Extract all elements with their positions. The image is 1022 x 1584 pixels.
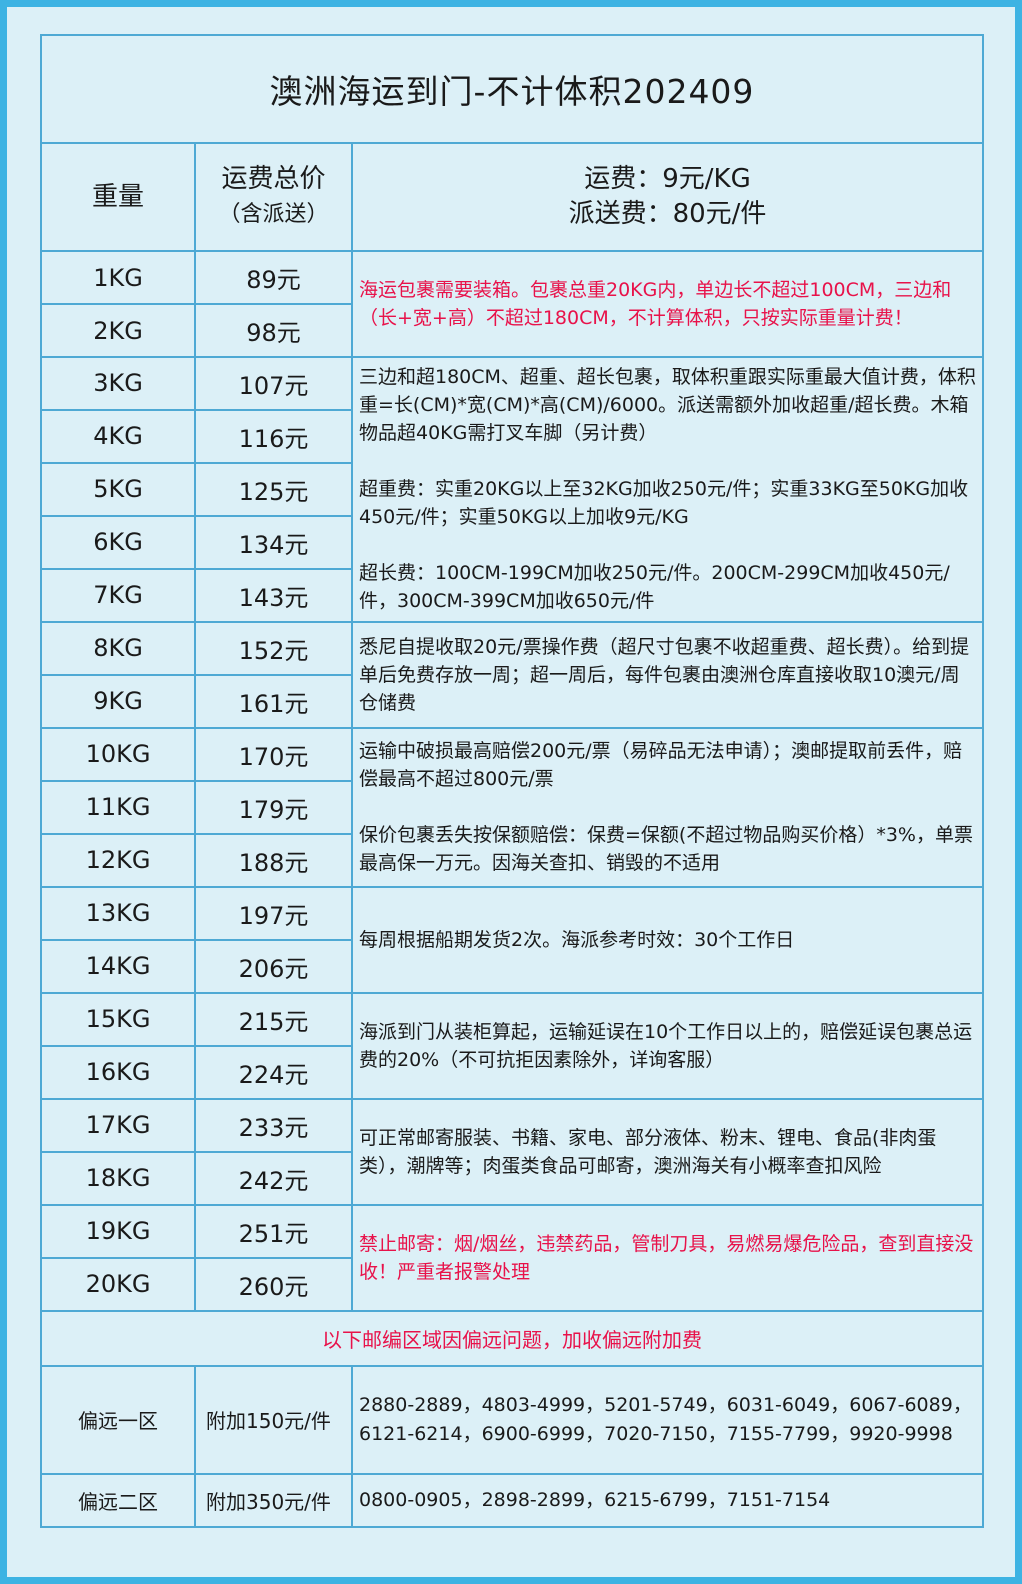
weight-cell: 14KG: [40, 938, 196, 994]
remote-surcharge-banner: 以下邮编区域因偏远问题，加收偏远附加费: [40, 1309, 984, 1367]
page-title: 澳洲海运到门-不计体积202409: [40, 33, 984, 145]
packing-note: 海运包裹需要装箱。包裹总重20KG内，单边长不超过100CM，三边和（长+宽+高…: [351, 250, 984, 358]
price-cell: 233元: [194, 1097, 353, 1153]
price-cell: 179元: [194, 779, 353, 835]
price-cell: 170元: [194, 726, 353, 782]
forbidden-items-note: 禁止邮寄：烟/烟丝，违禁药品，管制刀具，易燃易爆危险品，查到直接没收！严重者报警…: [351, 1203, 984, 1312]
rate-header: 运费：9元/KG 派送费：80元/件: [351, 142, 984, 253]
oversize-volume-text: 三边和超180CM、超重、超长包裹，取体积重跟实际重最大值计费，体积重=长(CM…: [359, 366, 976, 445]
weight-cell: 2KG: [40, 303, 196, 358]
price-cell: 98元: [194, 303, 353, 358]
price-cell: 134元: [194, 514, 353, 570]
weight-cell: 15KG: [40, 991, 196, 1047]
compensation-note: 运输中破损最高赔偿200元/票（易碎品无法申请）；澳邮提取前丢件，赔偿最高不超过…: [351, 726, 984, 888]
weight-cell: 1KG: [40, 250, 196, 306]
damage-compensation-text: 运输中破损最高赔偿200元/票（易碎品无法申请）；澳邮提取前丢件，赔偿最高不超过…: [359, 740, 963, 791]
delay-note: 海派到门从装柜算起，运输延误在10个工作日以上的，赔偿延误包裹总运费的20%（不…: [351, 991, 984, 1100]
weight-cell: 13KG: [40, 885, 196, 941]
weight-cell: 4KG: [40, 408, 196, 464]
weight-cell: 10KG: [40, 726, 196, 782]
price-cell: 125元: [194, 461, 353, 517]
weight-header: 重量: [40, 142, 196, 253]
oversize-note: 三边和超180CM、超重、超长包裹，取体积重跟实际重最大值计费，体积重=长(CM…: [351, 356, 984, 623]
price-cell: 242元: [194, 1150, 353, 1206]
price-cell: 251元: [194, 1203, 353, 1259]
weight-cell: 5KG: [40, 461, 196, 517]
price-cell: 116元: [194, 408, 353, 464]
price-cell: 143元: [194, 567, 353, 623]
weight-cell: 12KG: [40, 832, 196, 888]
price-header-main: 运费总价: [221, 164, 326, 195]
price-cell: 224元: [194, 1044, 353, 1100]
price-cell: 215元: [194, 991, 353, 1047]
weight-cell: 16KG: [40, 1044, 196, 1100]
remote-zone-2-postcodes: 0800-0905，2898-2899，6215-6799，7151-7154: [351, 1472, 984, 1529]
weight-cell: 6KG: [40, 514, 196, 570]
price-cell: 161元: [194, 673, 353, 729]
price-cell: 197元: [194, 885, 353, 941]
price-cell: 206元: [194, 938, 353, 994]
weight-cell: 9KG: [40, 673, 196, 729]
rate-table: 澳洲海运到门-不计体积202409 重量 运费总价 （含派送） 运费：9元/KG…: [40, 33, 984, 1529]
delivery-fee: 派送费：80元/件: [568, 199, 767, 230]
weight-cell: 7KG: [40, 567, 196, 623]
insurance-text: 保价包裹丢失按保额赔偿：保费=保额(不超过物品购买价格）*3%，单票最高保一万元…: [359, 824, 973, 875]
remote-zone-1-fee: 附加150元/件: [194, 1364, 353, 1475]
overweight-fee-text: 超重费：实重20KG以上至32KG加收250元/件；实重33KG至50KG加收4…: [359, 478, 969, 529]
weight-cell: 18KG: [40, 1150, 196, 1206]
price-header: 运费总价 （含派送）: [194, 142, 353, 253]
weight-cell: 19KG: [40, 1203, 196, 1259]
remote-zone-1-label: 偏远一区: [40, 1364, 196, 1475]
schedule-note: 每周根据船期发货2次。海派参考时效：30个工作日: [351, 885, 984, 994]
overlength-fee-text: 超长费：100CM-199CM加收250元/件。200CM-299CM加收450…: [359, 562, 950, 613]
price-cell: 188元: [194, 832, 353, 888]
sydney-pickup-note: 悉尼自提收取20元/票操作费（超尺寸包裹不收超重费、超长费）。给到提单后免费存放…: [351, 620, 984, 729]
price-cell: 152元: [194, 620, 353, 676]
remote-zone-1-postcodes: 2880-2889，4803-4999，5201-5749，6031-6049，…: [351, 1364, 984, 1475]
rate-per-kg: 运费：9元/KG: [584, 164, 751, 195]
remote-zone-2-fee: 附加350元/件: [194, 1472, 353, 1529]
price-cell: 89元: [194, 250, 353, 306]
weight-cell: 3KG: [40, 356, 196, 411]
weight-cell: 20KG: [40, 1256, 196, 1312]
remote-zone-2-label: 偏远二区: [40, 1472, 196, 1529]
price-cell: 107元: [194, 356, 353, 411]
price-cell: 260元: [194, 1256, 353, 1312]
weight-cell: 11KG: [40, 779, 196, 835]
price-header-sub: （含派送）: [218, 202, 329, 228]
allowed-items-note: 可正常邮寄服装、书籍、家电、部分液体、粉末、锂电、食品(非肉蛋类），潮牌等；肉蛋…: [351, 1097, 984, 1206]
weight-cell: 17KG: [40, 1097, 196, 1153]
weight-cell: 8KG: [40, 620, 196, 676]
